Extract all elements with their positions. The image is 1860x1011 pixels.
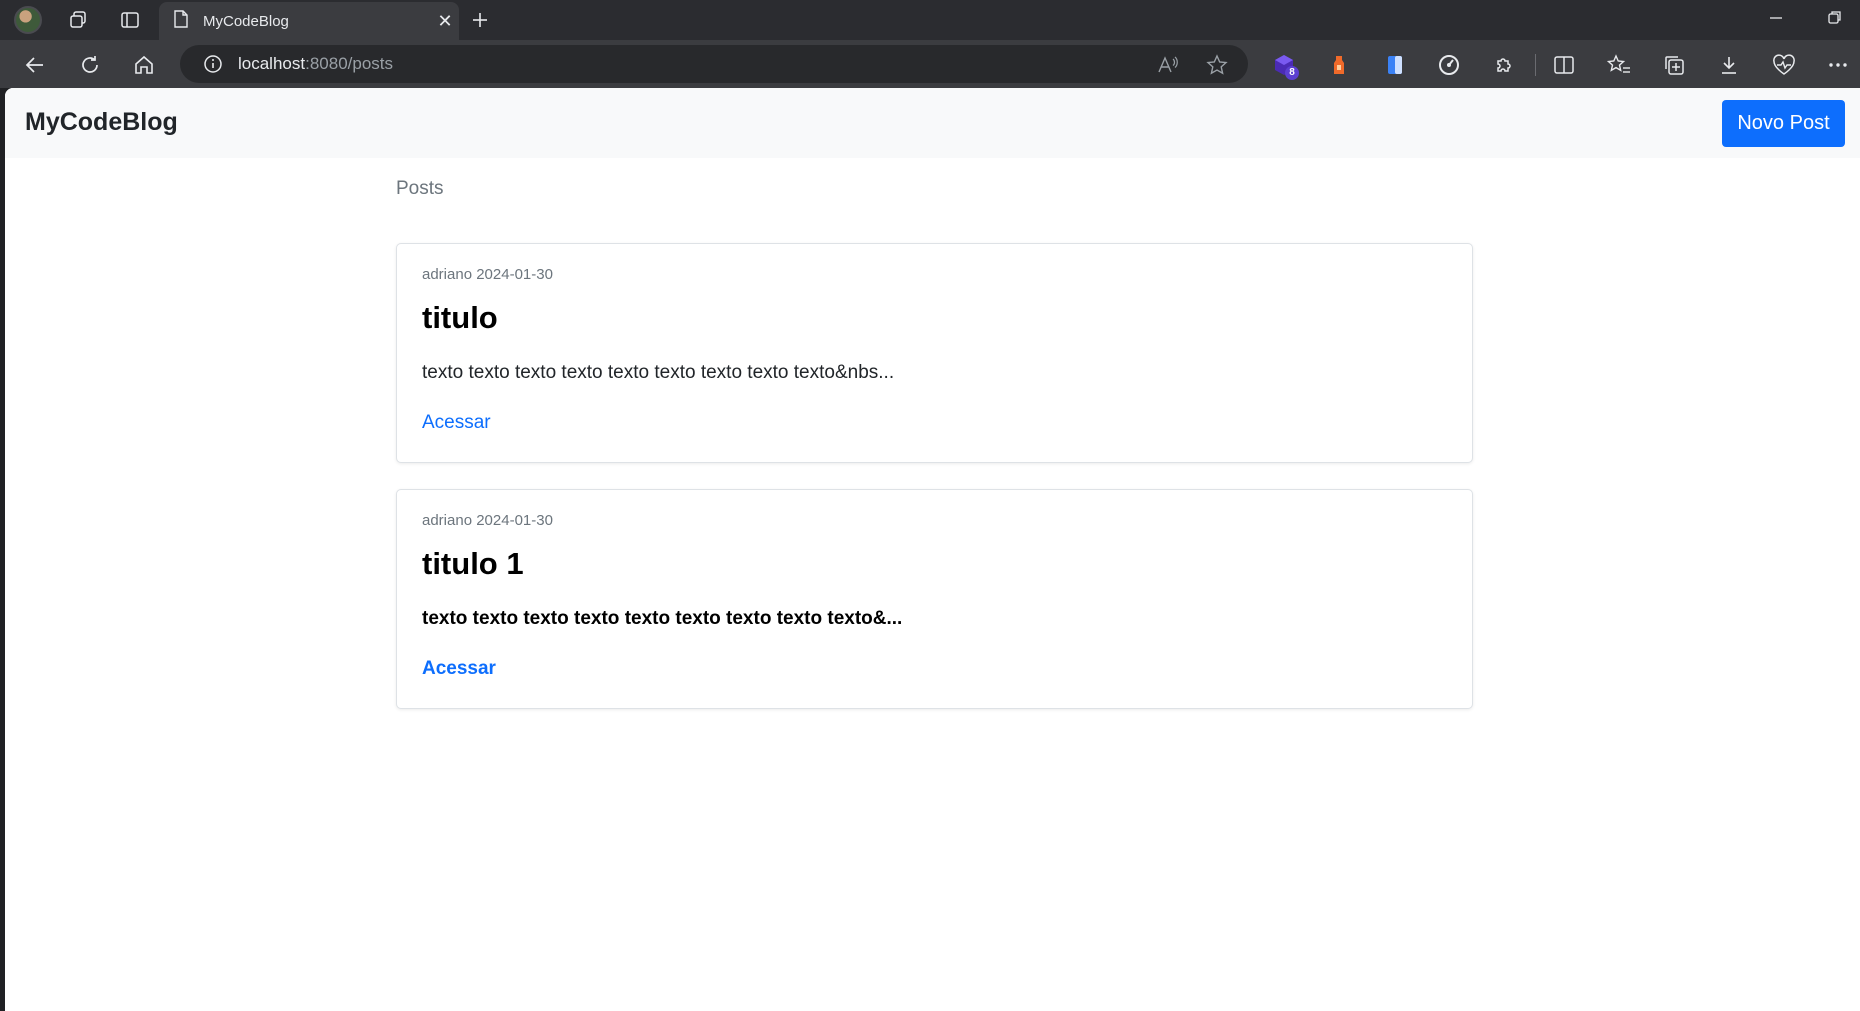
url-path: :8080/posts [305,54,394,73]
post-meta: adriano 2024-01-30 [422,266,553,283]
post-title: titulo [422,300,498,335]
post-card: adriano 2024-01-30 titulo 1 texto texto … [396,489,1473,709]
new-tab-icon[interactable] [468,8,492,32]
address-bar[interactable]: localhost:8080/posts [180,45,1248,83]
restore-icon[interactable] [1826,6,1842,35]
close-icon[interactable]: ✕ [431,11,459,32]
extension-gauge-icon[interactable] [1437,53,1461,77]
tab-mycodeblog[interactable]: MyCodeBlog ✕ [159,2,459,40]
post-meta: adriano 2024-01-30 [422,512,553,529]
brand-logo[interactable]: MyCodeBlog [25,108,178,137]
url-host: localhost [238,54,306,73]
browser-tab-strip: MyCodeBlog ✕ [0,0,1860,40]
page-icon [173,9,189,33]
browser-toolbar: localhost:8080/posts 8 [0,40,1860,88]
workspaces-icon[interactable] [66,8,90,32]
post-excerpt: texto texto texto texto texto texto text… [422,608,903,629]
post-title: titulo 1 [422,546,524,581]
page-title: Posts [396,178,444,199]
more-options-icon[interactable] [1826,53,1850,77]
extension-badge: 8 [1285,66,1299,80]
new-post-button[interactable]: Novo Post [1722,100,1845,147]
collections-icon[interactable] [1662,53,1686,77]
post-card: adriano 2024-01-30 titulo texto texto te… [396,243,1473,463]
split-screen-icon[interactable] [1552,53,1576,77]
info-icon[interactable] [202,53,224,75]
profile-avatar[interactable] [14,6,42,34]
access-link[interactable]: Acessar [422,412,491,434]
toolbar-divider [1535,54,1536,76]
read-aloud-icon[interactable] [1157,54,1179,76]
extension-book-icon[interactable] [1383,53,1407,77]
tab-actions-icon[interactable] [118,8,142,32]
favorite-star-icon[interactable] [1206,54,1228,76]
minimize-icon[interactable] [1768,6,1784,35]
extension-tower-icon[interactable] [1327,53,1351,77]
favorites-icon[interactable] [1607,53,1631,77]
post-excerpt: texto texto texto texto texto texto text… [422,362,895,383]
url-text: localhost:8080/posts [238,54,393,74]
extensions-puzzle-icon[interactable] [1492,53,1516,77]
site-navbar: MyCodeBlog Novo Post [5,88,1860,158]
extension-cube-icon[interactable]: 8 [1272,53,1299,80]
access-link[interactable]: Acessar [422,658,496,680]
refresh-icon[interactable] [77,52,103,78]
page-viewport: MyCodeBlog Novo Post Posts adriano 2024-… [5,88,1860,1011]
downloads-icon[interactable] [1717,53,1741,77]
browser-essentials-icon[interactable] [1772,53,1796,77]
home-icon[interactable] [131,52,157,78]
tab-title: MyCodeBlog [203,12,289,30]
back-arrow-icon[interactable] [22,52,48,78]
